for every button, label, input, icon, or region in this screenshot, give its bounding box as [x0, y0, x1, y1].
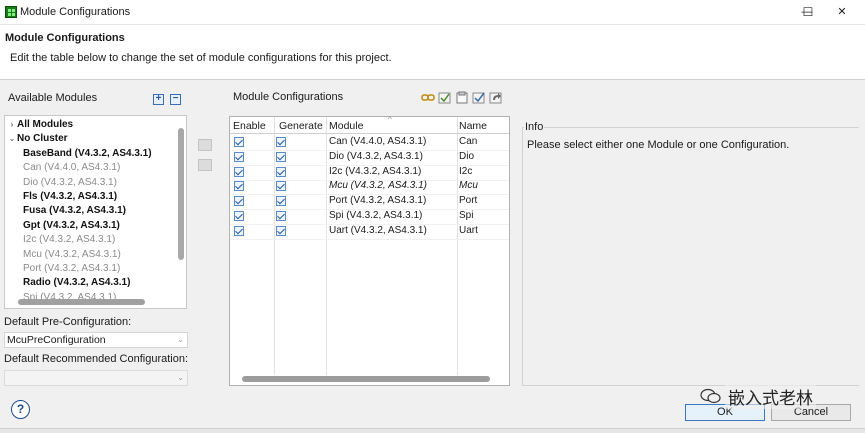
tree-item-label: Mcu (V4.3.2, AS4.3.1): [23, 248, 121, 260]
available-modules-label: Available Modules: [8, 92, 98, 104]
module-cell: Port (V4.3.2, AS4.3.1): [329, 195, 427, 207]
check-all-icon[interactable]: [472, 91, 486, 104]
module-cell: I2c (V4.3.2, AS4.3.1): [329, 165, 422, 177]
name-cell[interactable]: Can: [459, 136, 477, 147]
paste-icon[interactable]: [455, 91, 469, 104]
tree-item-label: Dio (V4.3.2, AS4.3.1): [23, 176, 117, 188]
redo-icon[interactable]: [489, 91, 503, 104]
tree-item-label: BaseBand (V4.3.2, AS4.3.1): [23, 147, 152, 159]
generate-checkbox[interactable]: [276, 137, 286, 147]
chevron-icon[interactable]: ›: [7, 118, 17, 132]
name-cell[interactable]: Dio: [459, 151, 474, 162]
enable-checkbox[interactable]: [234, 211, 244, 221]
tree-item-label: Gpt (V4.3.2, AS4.3.1): [23, 219, 120, 231]
module-cell: Can (V4.4.0, AS4.3.1): [329, 136, 427, 147]
tree-item[interactable]: Can (V4.4.0, AS4.3.1): [23, 161, 120, 175]
generate-checkbox[interactable]: [276, 151, 286, 162]
column-header-name[interactable]: Name: [459, 120, 487, 132]
tree-item-label: Fusa (V4.3.2, AS4.3.1): [23, 205, 127, 217]
tree-item[interactable]: I2c (V4.3.2, AS4.3.1): [23, 233, 115, 247]
enable-checkbox[interactable]: [234, 151, 244, 162]
available-modules-tree[interactable]: › All Modules ⌄ No Cluster BaseBand (V4.3.2,…: [4, 115, 187, 309]
name-cell[interactable]: I2c: [459, 166, 472, 177]
expand-all-icon[interactable]: +: [153, 94, 164, 105]
sort-ascending-icon: ^: [388, 115, 392, 124]
app-icon: [5, 6, 17, 18]
tree-item[interactable]: ⌄ No Cluster: [7, 132, 68, 146]
module-configurations-label: Module Configurations: [233, 91, 344, 103]
tree-item-label: Can (V4.4.0, AS4.3.1): [23, 162, 121, 174]
dialog-description: Edit the table below to change the set o…: [10, 52, 392, 64]
bottom-edge: [0, 428, 865, 433]
tree-item[interactable]: Fusa (V4.3.2, AS4.3.1): [23, 204, 126, 218]
watermark-text: 嵌入式老林: [725, 384, 816, 409]
table-horizontal-scrollbar[interactable]: [242, 376, 490, 382]
generate-checkbox[interactable]: [276, 225, 286, 236]
enable-checkbox[interactable]: [234, 166, 244, 177]
dialog-heading: Module Configurations: [5, 32, 125, 44]
tree-vertical-scrollbar[interactable]: [178, 128, 184, 260]
tree-item-label: Radio (V4.3.2, AS4.3.1): [23, 277, 131, 289]
enable-checkbox[interactable]: [234, 196, 244, 207]
tree-item-label: Fls (V4.3.2, AS4.3.1): [23, 191, 118, 202]
name-cell[interactable]: Mcu: [459, 180, 478, 191]
column-header-enable[interactable]: Enable: [233, 120, 266, 132]
add-module-icon[interactable]: [198, 139, 212, 151]
name-cell[interactable]: Uart: [459, 225, 478, 236]
validate-icon[interactable]: [438, 91, 452, 104]
tree-item[interactable]: Dio (V4.3.2, AS4.3.1): [23, 176, 117, 190]
tree-horizontal-scrollbar[interactable]: [18, 299, 145, 305]
name-cell[interactable]: Spi: [459, 210, 473, 221]
generate-checkbox[interactable]: [276, 166, 286, 177]
help-button[interactable]: ?: [11, 400, 30, 419]
generate-checkbox[interactable]: [276, 181, 286, 192]
info-group: [522, 127, 859, 386]
pre-configuration-label: Default Pre-Configuration:: [4, 316, 132, 328]
enable-checkbox[interactable]: [234, 225, 244, 236]
module-configurations-table[interactable]: Enable Generate Module Name Can (V4.4.0,…: [229, 116, 510, 386]
info-label: Info: [524, 121, 545, 133]
window-title: Module Configurations: [20, 6, 131, 18]
tree-item[interactable]: Port (V4.3.2, AS4.3.1): [23, 262, 120, 276]
module-cell: Uart (V4.3.2, AS4.3.1): [329, 224, 427, 236]
pre-configuration-value: McuPreConfiguration: [7, 334, 106, 346]
module-cell: Spi (V4.3.2, AS4.3.1): [329, 210, 423, 221]
column-header-module[interactable]: Module: [329, 120, 363, 132]
tree-item-label: I2c (V4.3.2, AS4.3.1): [23, 234, 116, 246]
generate-checkbox[interactable]: [276, 211, 286, 221]
enable-checkbox[interactable]: [234, 137, 244, 147]
module-cell: Dio (V4.3.2, AS4.3.1): [329, 150, 423, 162]
tree-item-label: No Cluster: [17, 133, 68, 145]
tree-item[interactable]: Radio (V4.3.2, AS4.3.1): [23, 276, 130, 290]
enable-checkbox[interactable]: [234, 181, 244, 192]
tree-item[interactable]: Mcu (V4.3.2, AS4.3.1): [23, 248, 121, 262]
recommended-configuration-label: Default Recommended Configuration:: [4, 353, 189, 365]
chevron-down-icon: ⌄: [177, 335, 184, 344]
maximize-button[interactable]: ☐: [794, 3, 822, 21]
chevron-down-icon: ⌄: [177, 373, 184, 382]
tree-item[interactable]: Gpt (V4.3.2, AS4.3.1): [23, 219, 120, 233]
name-cell[interactable]: Port: [459, 195, 477, 206]
close-button[interactable]: ✕: [828, 3, 856, 21]
tree-item[interactable]: BaseBand (V4.3.2, AS4.3.1): [23, 147, 152, 161]
module-cell: Mcu (V4.3.2, AS4.3.1): [329, 180, 428, 192]
info-text: Please select either one Module or one C…: [527, 139, 790, 151]
generate-checkbox[interactable]: [276, 196, 286, 207]
tree-item-label: Port (V4.3.2, AS4.3.1): [23, 263, 121, 274]
recommended-configuration-select[interactable]: ⌄: [4, 370, 188, 386]
tree-item-label: All Modules: [17, 119, 74, 130]
tree-item[interactable]: › All Modules: [7, 118, 73, 132]
chevron-icon[interactable]: ⌄: [7, 132, 17, 146]
link-icon[interactable]: [421, 91, 435, 104]
collapse-all-icon[interactable]: −: [170, 94, 181, 105]
pre-configuration-select[interactable]: McuPreConfiguration ⌄: [4, 332, 188, 348]
wechat-icon: [700, 388, 721, 404]
column-header-generate[interactable]: Generate: [279, 120, 323, 132]
tree-item[interactable]: Fls (V4.3.2, AS4.3.1): [23, 190, 117, 204]
remove-module-icon[interactable]: [198, 159, 212, 171]
